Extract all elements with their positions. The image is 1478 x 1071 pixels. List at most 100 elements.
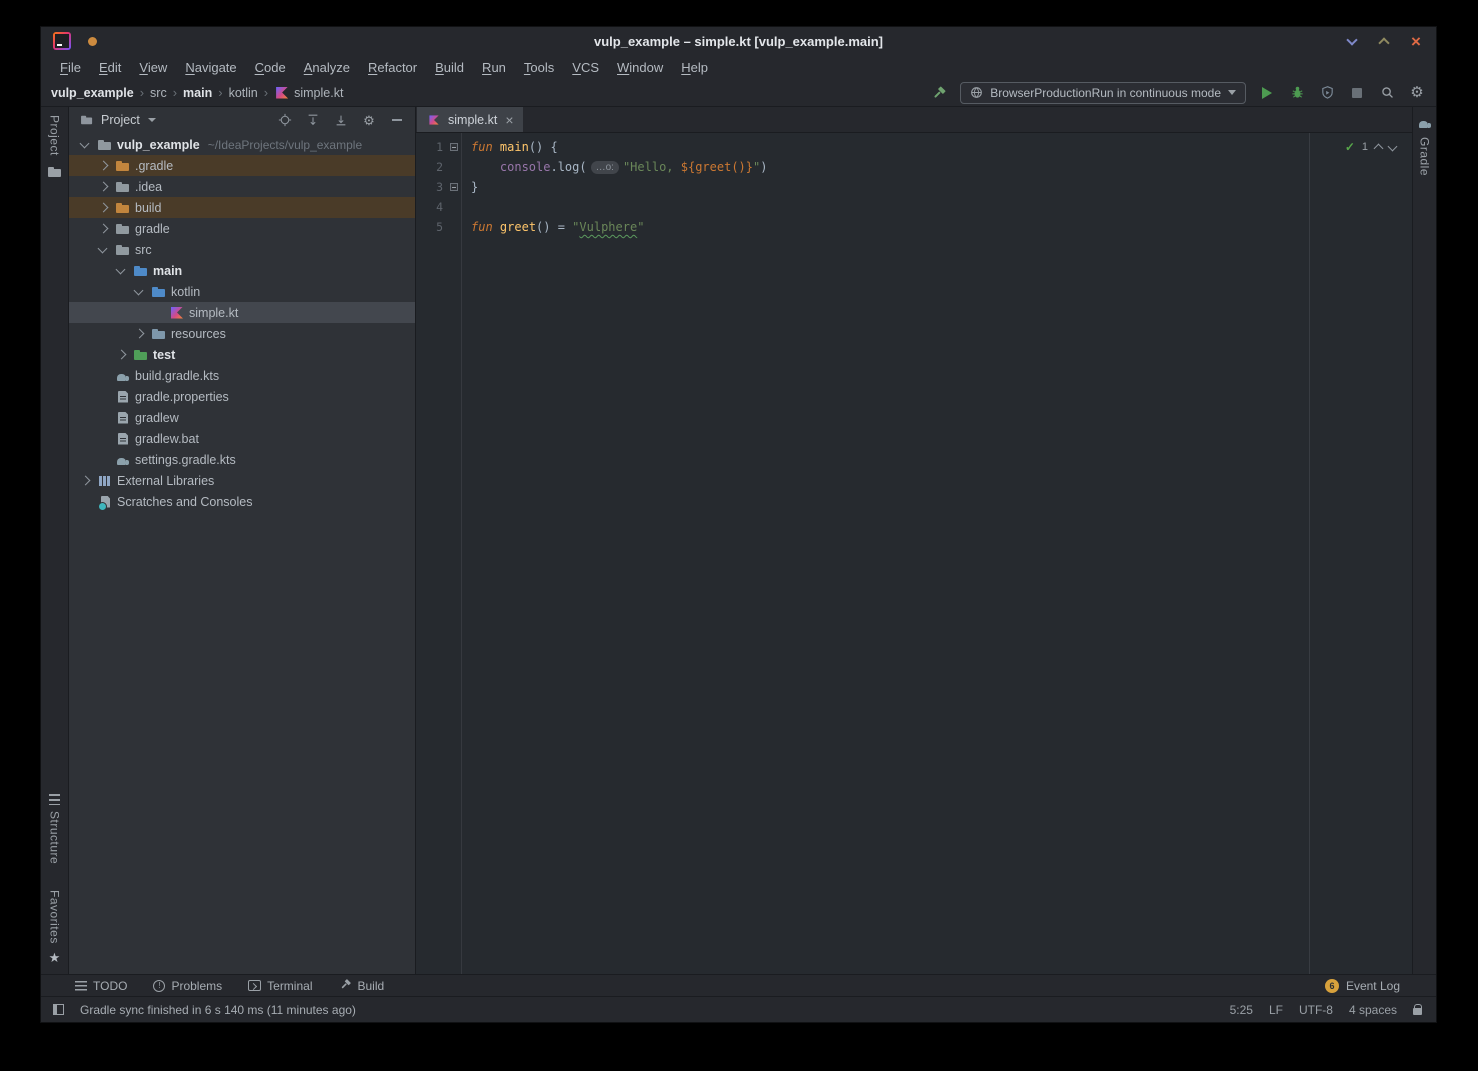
tree-item-src[interactable]: src bbox=[69, 239, 415, 260]
breadcrumb-item-main[interactable]: main bbox=[183, 86, 212, 100]
tree-item-settings-gradle-kts[interactable]: settings.gradle.kts bbox=[69, 449, 415, 470]
tree-item-gradle-properties[interactable]: gradle.properties bbox=[69, 386, 415, 407]
menu-item-vcs[interactable]: VCS bbox=[563, 58, 608, 77]
menu-item-build[interactable]: Build bbox=[426, 58, 473, 77]
menu-item-tools[interactable]: Tools bbox=[515, 58, 563, 77]
toolwindow-button-terminal[interactable]: Terminal bbox=[248, 979, 312, 993]
collapse-all-button[interactable] bbox=[333, 112, 349, 128]
tree-expander-icon[interactable] bbox=[113, 347, 129, 363]
toolwindow-button-build[interactable]: Build bbox=[339, 978, 385, 994]
build-hammer-icon[interactable] bbox=[930, 84, 948, 102]
tree-item-resources[interactable]: resources bbox=[69, 323, 415, 344]
tree-item-external-libraries[interactable]: External Libraries bbox=[69, 470, 415, 491]
tab-simple-kt[interactable]: simple.kt × bbox=[417, 107, 523, 132]
toolwindow-stripe-structure[interactable]: Structure bbox=[48, 794, 62, 864]
tree-item-build[interactable]: build bbox=[69, 197, 415, 218]
hide-panel-button[interactable] bbox=[389, 112, 405, 128]
minimize-button[interactable] bbox=[1336, 27, 1368, 55]
tree-expander-icon[interactable] bbox=[95, 221, 111, 237]
locate-file-button[interactable] bbox=[277, 112, 293, 128]
project-panel-title[interactable]: Project bbox=[101, 113, 140, 127]
code-line[interactable]: } bbox=[463, 177, 1398, 197]
panel-settings-button[interactable]: ⚙ bbox=[361, 112, 377, 128]
menu-item-help[interactable]: Help bbox=[672, 58, 717, 77]
tree-expander-icon[interactable] bbox=[131, 326, 147, 342]
previous-problem-icon[interactable] bbox=[1374, 144, 1384, 154]
line-number: 5 bbox=[416, 217, 461, 237]
toolwindow-stripe-favorites[interactable]: Favorites ★ bbox=[48, 890, 62, 966]
tree-expander-icon[interactable] bbox=[77, 473, 93, 489]
tree-item-idea[interactable]: .idea bbox=[69, 176, 415, 197]
search-everywhere-button[interactable] bbox=[1378, 84, 1396, 102]
debug-button[interactable] bbox=[1288, 84, 1306, 102]
menu-item-view[interactable]: View bbox=[130, 58, 176, 77]
tree-expander-icon[interactable] bbox=[131, 284, 147, 300]
stop-button[interactable] bbox=[1348, 84, 1366, 102]
tree-expander-spacer bbox=[95, 452, 111, 468]
toolwindow-button-problems[interactable]: !Problems bbox=[153, 979, 222, 993]
tree-item-simple-kt[interactable]: simple.kt bbox=[69, 302, 415, 323]
menu-item-analyze[interactable]: Analyze bbox=[295, 58, 359, 77]
tree-item-gradle[interactable]: .gradle bbox=[69, 155, 415, 176]
next-problem-icon[interactable] bbox=[1388, 141, 1398, 151]
tree-item-gradle[interactable]: gradle bbox=[69, 218, 415, 239]
lock-icon[interactable] bbox=[1413, 1008, 1422, 1015]
run-configuration-select[interactable]: BrowserProductionRun in continuous mode bbox=[960, 82, 1246, 104]
line-separator[interactable]: LF bbox=[1269, 1003, 1283, 1017]
breadcrumb-item-simple-kt[interactable]: simple.kt bbox=[274, 85, 343, 101]
code-line[interactable] bbox=[463, 197, 1398, 217]
tree-expander-icon[interactable] bbox=[95, 242, 111, 258]
fold-marker-icon[interactable] bbox=[450, 183, 458, 191]
code-line[interactable]: fun greet() = "Vulphere" bbox=[463, 217, 1398, 237]
tree-item-label: .idea bbox=[135, 180, 162, 194]
menu-item-code[interactable]: Code bbox=[246, 58, 295, 77]
folder-source-icon bbox=[151, 284, 167, 300]
code-line[interactable]: fun main() { bbox=[463, 137, 1398, 157]
event-log-button[interactable]: 6 Event Log bbox=[1325, 979, 1400, 993]
toolwindow-toggle-icon[interactable] bbox=[53, 1004, 64, 1015]
code-line[interactable]: console.log(…o:"Hello, ${greet()}") bbox=[463, 157, 1398, 177]
tree-item-gradlew-bat[interactable]: gradlew.bat bbox=[69, 428, 415, 449]
tree-expander-icon[interactable] bbox=[95, 179, 111, 195]
fold-marker-icon[interactable] bbox=[450, 143, 458, 151]
breadcrumb-item-kotlin[interactable]: kotlin bbox=[229, 86, 258, 100]
breadcrumb-item-vulp-example[interactable]: vulp_example bbox=[51, 86, 134, 100]
code-token: ${greet()} bbox=[681, 160, 753, 174]
tree-item-test[interactable]: test bbox=[69, 344, 415, 365]
toolwindow-stripe-project[interactable]: Project bbox=[47, 115, 63, 180]
tree-expander-spacer bbox=[95, 368, 111, 384]
menu-item-refactor[interactable]: Refactor bbox=[359, 58, 426, 77]
tree-item-main[interactable]: main bbox=[69, 260, 415, 281]
tree-item-scratches-and-consoles[interactable]: Scratches and Consoles bbox=[69, 491, 415, 512]
close-tab-icon[interactable]: × bbox=[505, 113, 513, 127]
file-encoding[interactable]: UTF-8 bbox=[1299, 1003, 1333, 1017]
tree-item-kotlin[interactable]: kotlin bbox=[69, 281, 415, 302]
toolwindow-stripe-gradle[interactable]: Gradle bbox=[1417, 115, 1433, 176]
status-message[interactable]: Gradle sync finished in 6 s 140 ms (11 m… bbox=[80, 1003, 356, 1017]
tree-item-build-gradle-kts[interactable]: build.gradle.kts bbox=[69, 365, 415, 386]
run-button[interactable] bbox=[1258, 84, 1276, 102]
settings-button[interactable]: ⚙ bbox=[1408, 84, 1426, 102]
inspections-widget[interactable]: ✓ 1 bbox=[1345, 140, 1396, 154]
editor-body[interactable]: 12345 fun main() { console.log(…o:"Hello… bbox=[416, 133, 1412, 974]
indent-setting[interactable]: 4 spaces bbox=[1349, 1003, 1397, 1017]
menu-item-run[interactable]: Run bbox=[473, 58, 515, 77]
tree-expander-icon[interactable] bbox=[77, 137, 93, 153]
tree-item-vulp-example[interactable]: vulp_example~/IdeaProjects/vulp_example bbox=[69, 134, 415, 155]
run-with-coverage-button[interactable] bbox=[1318, 84, 1336, 102]
menu-item-file[interactable]: File bbox=[51, 58, 90, 77]
tree-expander-icon[interactable] bbox=[95, 158, 111, 174]
toolwindow-button-todo[interactable]: TODO bbox=[75, 979, 127, 993]
expand-all-button[interactable] bbox=[305, 112, 321, 128]
caret-position[interactable]: 5:25 bbox=[1230, 1003, 1253, 1017]
tree-expander-icon[interactable] bbox=[95, 200, 111, 216]
breadcrumb-item-src[interactable]: src bbox=[150, 86, 167, 100]
tree-item-gradlew[interactable]: gradlew bbox=[69, 407, 415, 428]
maximize-button[interactable] bbox=[1368, 27, 1400, 55]
tree-expander-icon[interactable] bbox=[113, 263, 129, 279]
project-folder-icon bbox=[97, 137, 113, 153]
close-button[interactable]: × bbox=[1400, 27, 1432, 55]
menu-item-navigate[interactable]: Navigate bbox=[176, 58, 245, 77]
menu-item-window[interactable]: Window bbox=[608, 58, 672, 77]
menu-item-edit[interactable]: Edit bbox=[90, 58, 130, 77]
